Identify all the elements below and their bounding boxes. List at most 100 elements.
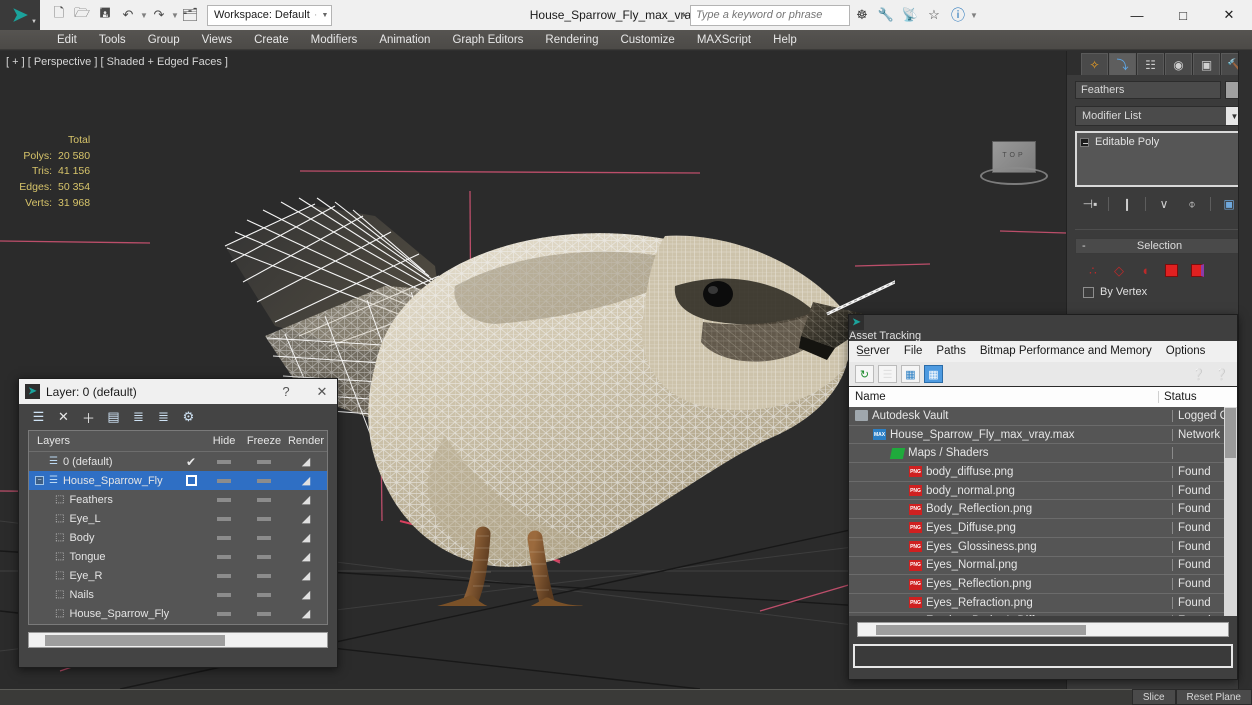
logo-dropdown-icon[interactable]: ▼ <box>31 19 37 25</box>
asset-row[interactable]: PNG Eyes_Diffuse.png Found <box>849 519 1237 538</box>
asset-horizontal-scrollbar[interactable] <box>857 622 1229 637</box>
create-new-layer-icon[interactable]: ☰ <box>31 409 46 425</box>
asset-row[interactable]: PNG Eyes_Reflection.png Found <box>849 575 1237 594</box>
satellite-dish-icon[interactable]: 📡 <box>898 4 922 26</box>
menu-group[interactable]: Group <box>137 30 191 50</box>
minimize-button[interactable]: — <box>1114 0 1160 30</box>
workspace-selector[interactable]: Workspace: Default · ▼ <box>207 4 333 26</box>
redo-button[interactable]: ↷ <box>148 4 170 26</box>
context-help-icon[interactable]: ❔ <box>1212 365 1231 383</box>
tab-create[interactable]: ✧ <box>1081 53 1108 75</box>
by-vertex-checkbox[interactable] <box>1083 286 1094 298</box>
layer-row[interactable]: ⬚ Body ◢ <box>29 528 327 547</box>
help-dropdown-icon[interactable]: ▼ <box>970 11 978 20</box>
asset-menu-file[interactable]: File <box>897 341 930 362</box>
grid-view-icon[interactable]: ▦ <box>924 365 943 383</box>
tab-motion[interactable]: ◉ <box>1165 53 1192 75</box>
layer-row[interactable]: ☰ 0 (default) ✔ ◢ <box>29 452 327 471</box>
layer-active-toggle[interactable] <box>177 475 205 486</box>
menu-rendering[interactable]: Rendering <box>534 30 609 50</box>
asset-row[interactable]: PNG Eyes_Normal.png Found <box>849 557 1237 576</box>
checkbox-icon[interactable] <box>185 475 197 486</box>
render-toggle[interactable]: ◢ <box>285 512 327 525</box>
asset-vertical-scrollbar[interactable] <box>1224 407 1237 616</box>
render-toggle[interactable]: ◢ <box>285 569 327 582</box>
reset-plane-button[interactable]: Reset Plane <box>1175 689 1252 705</box>
help-pointer-icon[interactable]: ❔ <box>1189 365 1208 383</box>
layer-active-toggle[interactable]: ✔ <box>177 455 205 469</box>
freeze-toggle[interactable] <box>243 478 285 483</box>
asset-row[interactable]: PNG Body_Reflection.png Found <box>849 500 1237 520</box>
modifier-list-dropdown[interactable]: Modifier List ▼ <box>1075 106 1244 126</box>
star-icon[interactable]: ☆ <box>922 4 946 26</box>
layer-properties-icon[interactable]: ⚙ <box>181 409 196 425</box>
undo-button[interactable]: ↶ <box>117 4 139 26</box>
scrollbar-thumb[interactable] <box>45 635 225 646</box>
freeze-toggle[interactable] <box>243 516 285 521</box>
render-toggle[interactable]: ◢ <box>285 474 327 487</box>
expand-modifier-icon[interactable] <box>1080 137 1089 147</box>
close-button[interactable]: ✕ <box>1206 0 1252 30</box>
freeze-toggle[interactable] <box>243 592 285 597</box>
app-logo[interactable]: ➤ ▼ <box>0 0 40 30</box>
asset-status-field[interactable] <box>853 644 1233 668</box>
menu-tools[interactable]: Tools <box>88 30 137 50</box>
asset-menu-options[interactable]: Options <box>1159 341 1213 362</box>
asset-menu-server[interactable]: Server <box>849 341 897 362</box>
command-panel-scroll-strip[interactable] <box>1238 51 1252 689</box>
vertex-subobject-icon[interactable]: ∴ <box>1083 262 1103 279</box>
asset-menu-paths[interactable]: Paths <box>929 341 972 362</box>
layer-row[interactable]: ⬚ Eye_L ◢ <box>29 509 327 528</box>
hide-toggle[interactable] <box>205 592 243 597</box>
add-selection-to-layer-icon[interactable]: ＋ <box>81 408 96 427</box>
layer-row[interactable]: ⬚ Tongue ◢ <box>29 547 327 566</box>
tab-hierarchy[interactable]: ☷ <box>1137 53 1164 75</box>
menu-create[interactable]: Create <box>243 30 300 50</box>
render-toggle[interactable]: ◢ <box>285 588 327 601</box>
search-input[interactable] <box>690 4 850 26</box>
scrollbar-thumb[interactable] <box>1225 408 1236 458</box>
asset-menu-bitmap-performance-and-memory[interactable]: Bitmap Performance and Memory <box>973 341 1159 362</box>
render-toggle[interactable]: ◢ <box>285 531 327 544</box>
help-button[interactable]: ? <box>271 379 301 404</box>
modifier-stack-item[interactable]: Editable Poly <box>1080 136 1239 148</box>
layer-row[interactable]: − ☰ House_Sparrow_Fly ◢ <box>29 471 327 490</box>
close-button[interactable]: ✕ <box>307 379 337 404</box>
hide-toggle[interactable] <box>205 497 243 502</box>
delete-layer-icon[interactable]: ✕ <box>56 409 71 425</box>
freeze-toggle[interactable] <box>243 535 285 540</box>
menu-edit[interactable]: Edit <box>46 30 88 50</box>
configure-modifier-sets-icon[interactable]: ▣ <box>1219 197 1239 211</box>
asset-row[interactable]: PNG Eyes_Refraction.png Found <box>849 594 1237 613</box>
expand-layer-icon[interactable]: − <box>35 476 44 485</box>
hide-toggle[interactable] <box>205 611 243 616</box>
element-subobject-icon[interactable] <box>1187 262 1207 279</box>
new-file-button[interactable]: 🗋 <box>48 4 70 26</box>
asset-row[interactable]: PNG body_normal.png Found <box>849 482 1237 501</box>
freeze-toggle[interactable] <box>243 497 285 502</box>
hide-toggle[interactable] <box>205 478 243 483</box>
asset-tracking-dialog[interactable]: ➤ Asset Tracking — □ ✕ ServerFilePathsBi… <box>848 314 1238 680</box>
selection-rollout-header[interactable]: - Selection <box>1075 238 1244 254</box>
asset-row[interactable]: PNG Eyes_Glossiness.png Found <box>849 538 1237 557</box>
tab-modify[interactable]: ⤵ <box>1109 53 1136 75</box>
tab-display[interactable]: ▣ <box>1193 53 1220 75</box>
asset-row[interactable]: PNGFeather_Body_1_Diffuse.pngFound <box>849 613 1237 616</box>
border-subobject-icon[interactable]: ◖ <box>1135 262 1155 279</box>
render-toggle[interactable]: ◢ <box>285 607 327 620</box>
render-toggle[interactable]: ◢ <box>285 455 327 468</box>
edge-subobject-icon[interactable]: ◇ <box>1109 262 1129 279</box>
freeze-toggle[interactable] <box>243 611 285 616</box>
asset-grid[interactable]: Name Status Autodesk Vault Logged O MAX Hou… <box>849 386 1237 616</box>
render-toggle[interactable]: ◢ <box>285 493 327 506</box>
render-toggle[interactable]: ◢ <box>285 550 327 563</box>
hide-toggle[interactable] <box>205 459 243 464</box>
menu-animation[interactable]: Animation <box>368 30 441 50</box>
select-objects-in-layer-icon[interactable]: ▤ <box>106 409 121 425</box>
save-file-button[interactable]: 🖪 <box>94 4 116 26</box>
layer-row[interactable]: ⬚ Eye_R ◢ <box>29 566 327 585</box>
asset-row[interactable]: Maps / Shaders <box>849 444 1237 464</box>
modifier-stack[interactable]: Editable Poly <box>1075 131 1244 187</box>
collapse-icon[interactable]: - <box>1082 240 1086 252</box>
view-cube[interactable]: TOP <box>980 141 1048 187</box>
